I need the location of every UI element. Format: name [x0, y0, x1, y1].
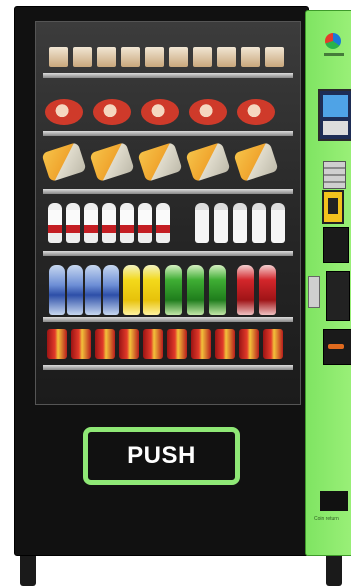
product-bottle: [48, 203, 62, 243]
keypad[interactable]: [323, 161, 346, 189]
product-large-bottle: [209, 265, 226, 315]
product-bottle: [138, 203, 152, 243]
product-noodle: [93, 99, 131, 125]
shelf-rail: [43, 251, 293, 256]
product-large-bottle: [165, 265, 182, 315]
product-cup: [265, 47, 284, 67]
product-cup: [193, 47, 212, 67]
product-cup: [73, 47, 92, 67]
product-can: [215, 329, 235, 359]
product-bottle: [102, 203, 116, 243]
coin-tray[interactable]: [323, 329, 351, 365]
product-can: [239, 329, 259, 359]
product-large-bottle: [259, 265, 276, 315]
product-noodle: [45, 99, 83, 125]
push-label: PUSH: [127, 442, 196, 469]
product-cup: [217, 47, 236, 67]
product-large-bottle: [85, 265, 101, 315]
machine-foot: [326, 556, 342, 586]
logo-text: [324, 53, 344, 56]
machine-foot: [20, 556, 36, 586]
logo-icon: [325, 33, 341, 49]
product-can: [47, 329, 67, 359]
bill-acceptor[interactable]: [323, 227, 349, 263]
product-can: [143, 329, 163, 359]
product-can: [71, 329, 91, 359]
bill-slot[interactable]: [326, 271, 350, 321]
product-bottle: [66, 203, 80, 243]
control-panel: Coin return: [305, 10, 351, 556]
bottom-label: Coin return: [314, 516, 339, 522]
product-can: [95, 329, 115, 359]
shelf-rail: [43, 189, 293, 194]
vending-machine: PUSH Coin return: [14, 6, 351, 586]
product-water-bottle: [195, 203, 209, 243]
product-noodle: [189, 99, 227, 125]
product-cup: [145, 47, 164, 67]
product-water-bottle: [271, 203, 285, 243]
product-bottle: [120, 203, 134, 243]
card-reader[interactable]: [322, 190, 344, 224]
product-water-bottle: [233, 203, 247, 243]
product-cup: [97, 47, 116, 67]
product-large-bottle: [103, 265, 119, 315]
product-large-bottle: [143, 265, 160, 315]
product-can: [191, 329, 211, 359]
cabinet: PUSH: [14, 6, 309, 556]
shelf-rail: [43, 73, 293, 78]
product-cup: [121, 47, 140, 67]
product-can: [167, 329, 187, 359]
product-cup: [169, 47, 188, 67]
coin-return-lever[interactable]: [308, 276, 320, 308]
shelf-rail: [43, 317, 293, 322]
push-door[interactable]: PUSH: [83, 427, 240, 485]
product-large-bottle: [67, 265, 83, 315]
product-can: [263, 329, 283, 359]
product-large-bottle: [187, 265, 204, 315]
product-large-bottle: [237, 265, 254, 315]
product-bottle: [84, 203, 98, 243]
touch-screen[interactable]: [318, 89, 351, 141]
product-cup: [49, 47, 68, 67]
product-noodle: [141, 99, 179, 125]
shelf-rail: [43, 131, 293, 136]
bottom-slot[interactable]: [320, 491, 348, 511]
product-bottle: [156, 203, 170, 243]
product-can: [119, 329, 139, 359]
product-large-bottle: [123, 265, 140, 315]
product-noodle: [237, 99, 275, 125]
product-water-bottle: [252, 203, 266, 243]
product-water-bottle: [214, 203, 228, 243]
product-large-bottle: [49, 265, 65, 315]
shelf-rail: [43, 365, 293, 370]
product-cup: [241, 47, 260, 67]
